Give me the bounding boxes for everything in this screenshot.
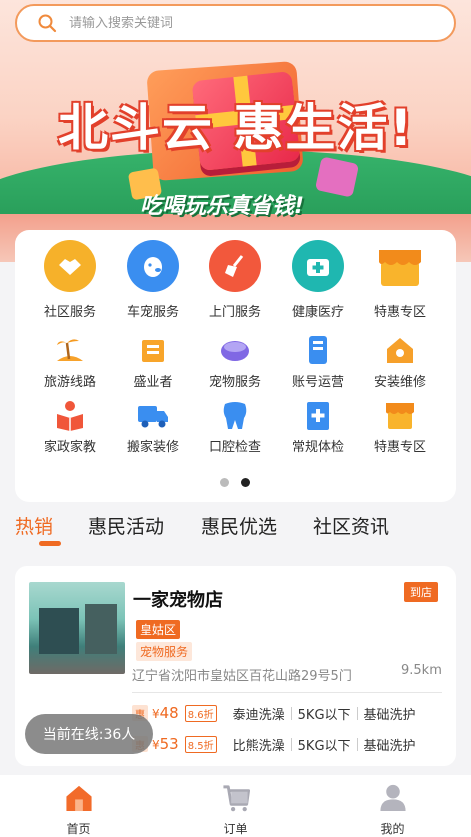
- service-label: 特惠专区: [373, 440, 426, 455]
- nav-profile[interactable]: 我的: [314, 775, 471, 837]
- handshake-icon: [44, 240, 96, 292]
- service-checkup[interactable]: 常规体检: [278, 398, 358, 455]
- service-label: 特惠专区: [373, 305, 426, 320]
- cart-icon: [222, 785, 250, 812]
- online-count-toast: 当前在线:36人: [25, 714, 153, 754]
- active-tab-indicator: [39, 541, 61, 546]
- deal-name: 比熊洗澡: [232, 738, 285, 754]
- banner-slogan: 吃喝玩乐真省钱!: [140, 194, 305, 219]
- deal-price: ¥48: [152, 704, 179, 722]
- separator: [290, 706, 292, 720]
- service-label: 上门服务: [208, 305, 261, 320]
- nav-label: 订单: [223, 822, 248, 836]
- deal-discount: 8.6折: [184, 704, 217, 722]
- service-label: 盛业者: [133, 375, 173, 390]
- service-moving[interactable]: 搬家装修: [113, 398, 193, 455]
- service-special-offers-2[interactable]: 特惠专区: [360, 398, 440, 455]
- store-name: 一家宠物店: [133, 590, 223, 611]
- service-grid: 社区服务 车宠服务 上门服务 健康医疗 特惠专区 旅游线路 盛业者 宠物服务 账…: [15, 230, 456, 502]
- storefront-icon: [383, 398, 417, 432]
- deal-price: ¥53: [152, 735, 179, 753]
- tab-benefit-picks[interactable]: 惠民优选: [201, 512, 277, 539]
- tab-community-news[interactable]: 社区资讯: [313, 512, 389, 539]
- banner-title: 北斗云 惠生活!: [58, 99, 415, 157]
- service-install-repair[interactable]: 安装维修: [360, 333, 440, 390]
- deal-type: 基础洗护: [363, 738, 416, 754]
- storefront-icon: [374, 240, 426, 292]
- nav-label: 我的: [380, 822, 405, 836]
- medical-kit-icon: [292, 240, 344, 292]
- district-tag: 皇姑区: [136, 620, 181, 639]
- service-label: 车宠服务: [126, 305, 179, 320]
- carousel-dot-active[interactable]: [241, 478, 250, 487]
- divider: [132, 692, 442, 693]
- store-distance: 9.5km: [401, 663, 442, 678]
- broom-icon: [209, 240, 261, 292]
- carousel-indicator: [220, 478, 250, 487]
- service-label: 账号运营: [291, 375, 344, 390]
- service-pet[interactable]: 宠物服务: [195, 333, 275, 390]
- service-travel-routes[interactable]: 旅游线路: [30, 333, 110, 390]
- separator: [356, 737, 358, 751]
- tab-benefit-activities[interactable]: 惠民活动: [88, 512, 164, 539]
- deal-row[interactable]: 惠 ¥53 8.5折 比熊洗澡 5KG以下 基础洗护: [132, 733, 416, 755]
- service-health-medical[interactable]: 健康医疗: [278, 240, 358, 320]
- deal-discount: 8.5折: [184, 735, 217, 753]
- phone-account-icon: [301, 333, 335, 367]
- service-housekeeping[interactable]: 家政家教: [30, 398, 110, 455]
- service-car-pet[interactable]: 车宠服务: [113, 240, 193, 320]
- nav-home[interactable]: 首页: [0, 775, 157, 837]
- deal-name: 泰迪洗澡: [232, 707, 285, 723]
- nav-orders[interactable]: 订单: [157, 775, 314, 837]
- pet-bowl-icon: [218, 333, 252, 367]
- nav-label: 首页: [66, 822, 91, 836]
- service-business[interactable]: 盛业者: [113, 333, 193, 390]
- palm-beach-icon: [53, 333, 87, 367]
- service-door-to-door[interactable]: 上门服务: [195, 240, 275, 320]
- service-label: 旅游线路: [43, 375, 96, 390]
- service-label: 宠物服务: [208, 375, 261, 390]
- service-label: 健康医疗: [291, 305, 344, 320]
- deal-weight: 5KG以下: [297, 738, 351, 754]
- service-label: 社区服务: [43, 305, 96, 320]
- service-dental[interactable]: 口腔检查: [195, 398, 275, 455]
- dog-icon: [127, 240, 179, 292]
- service-account-ops[interactable]: 账号运营: [278, 333, 358, 390]
- tooth-icon: [218, 398, 252, 432]
- deal-weight: 5KG以下: [297, 707, 351, 723]
- service-label: 安装维修: [373, 375, 426, 390]
- service-community[interactable]: 社区服务: [30, 240, 110, 320]
- search-icon: [38, 14, 57, 33]
- clipboard-cross-icon: [301, 398, 335, 432]
- separator: [290, 737, 292, 751]
- service-special-offers[interactable]: 特惠专区: [360, 240, 440, 320]
- reading-person-icon: [53, 398, 87, 432]
- service-label: 搬家装修: [126, 440, 179, 455]
- tab-hot-sales[interactable]: 热销: [15, 512, 53, 539]
- user-icon: [379, 784, 406, 812]
- service-label: 口腔检查: [208, 440, 261, 455]
- service-label: 常规体检: [291, 440, 344, 455]
- service-label: 家政家教: [43, 440, 96, 455]
- home-icon: [65, 785, 92, 812]
- deal-row[interactable]: 惠 ¥48 8.6折 泰迪洗澡 5KG以下 基础洗护: [132, 702, 416, 724]
- store-photo: [29, 582, 125, 674]
- search-input[interactable]: [69, 15, 429, 31]
- content-tabs: 热销 惠民活动 惠民优选 社区资讯: [15, 512, 456, 552]
- category-tag: 宠物服务: [136, 642, 193, 661]
- price-tag-icon: [136, 333, 170, 367]
- wrench-house-icon: [383, 333, 417, 367]
- truck-icon: [136, 398, 170, 432]
- bottom-nav: 首页 订单 我的: [0, 775, 471, 837]
- separator: [356, 706, 358, 720]
- carousel-dot[interactable]: [220, 478, 229, 487]
- search-bar[interactable]: [15, 4, 456, 42]
- in-store-badge: 到店: [404, 582, 438, 602]
- store-address: 辽宁省沈阳市皇姑区百花山路29号5门: [132, 669, 352, 684]
- deal-type: 基础洗护: [363, 707, 416, 723]
